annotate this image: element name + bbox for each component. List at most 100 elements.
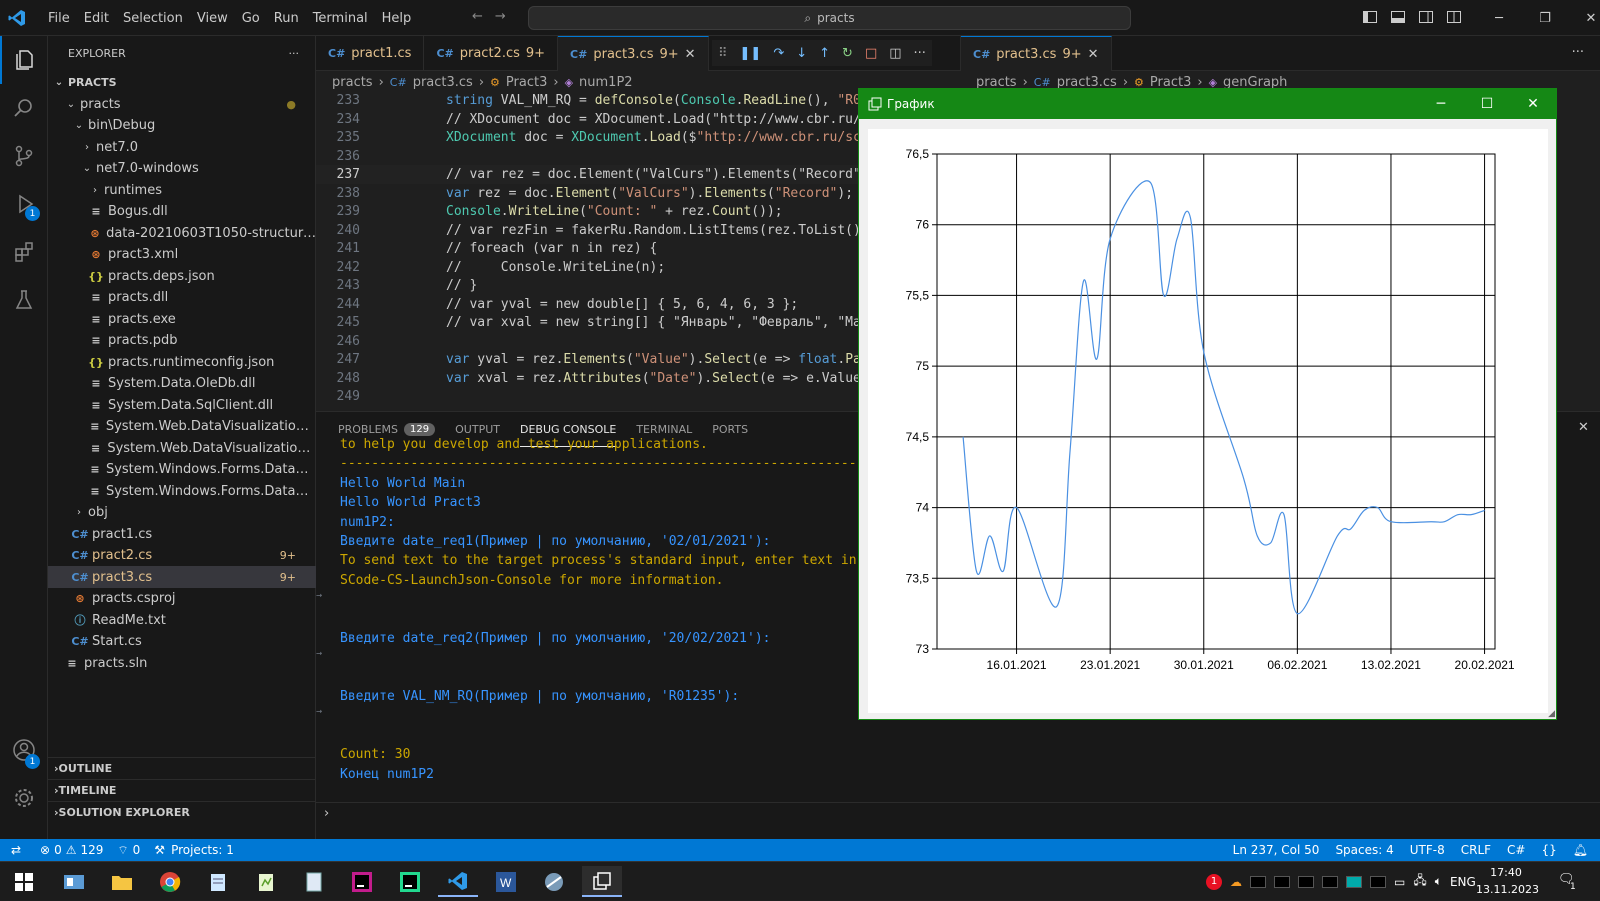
editor-tab[interactable]: C#pract1.cs [316,36,424,71]
split-editor-icon[interactable]: ◫ [889,46,901,61]
tree-item[interactable]: ≡practs.dll [48,287,316,309]
notifications-icon[interactable]: 🔔︎ [1573,843,1588,857]
cloud-icon[interactable]: ☁ [1230,875,1242,889]
menu-item-edit[interactable]: Edit [77,11,116,26]
pause-icon[interactable]: ❚❚ [740,46,762,61]
tree-item[interactable]: ≡System.Windows.Forms.DataVisual... [48,480,316,502]
tray-app-icon[interactable] [1298,876,1314,888]
timeline-section[interactable]: ›TIMELINE [48,779,316,801]
tray-app-icon[interactable] [1250,876,1266,888]
task-view-icon[interactable] [54,866,94,897]
menu-item-view[interactable]: View [190,11,235,26]
run-debug-activity[interactable]: 1 [0,180,48,228]
tree-item[interactable]: ⌄bin\Debug [48,115,316,137]
tree-item[interactable]: ›obj [48,502,316,524]
line-endings[interactable]: CRLF [1461,843,1491,857]
tree-item[interactable]: {}practs.deps.json [48,265,316,287]
close-panel-icon[interactable]: ✕ [1578,420,1589,435]
network-icon[interactable]: 🖧︎ [1413,871,1426,892]
editor-more-icon[interactable]: ··· [1572,45,1584,60]
file-explorer-icon[interactable] [102,866,142,897]
minimize-icon[interactable]: ─ [1418,89,1464,119]
tree-item[interactable]: ≡Bogus.dll [48,201,316,223]
menu-item-help[interactable]: Help [375,11,419,26]
tree-item[interactable]: {}practs.runtimeconfig.json [48,351,316,373]
language-indicator[interactable]: ENG [1450,875,1476,889]
minimize-icon[interactable]: ─ [1476,0,1522,36]
indentation[interactable]: Spaces: 4 [1335,843,1393,857]
stop-icon[interactable]: □ [865,46,877,61]
webstorm-icon[interactable] [390,866,430,897]
tree-item[interactable]: ≡System.Web.DataVisualization.dll [48,437,316,459]
menu-item-file[interactable]: File [41,11,77,26]
tree-item[interactable]: ≡practs.pdb [48,330,316,352]
menu-item-run[interactable]: Run [267,11,306,26]
tree-item[interactable]: ≡System.Web.DataVisualization.Desi... [48,416,316,438]
tray-badge-icon[interactable]: 1 [1206,874,1222,890]
rider-icon[interactable] [342,866,382,897]
toggle-primary-sidebar-icon[interactable] [1362,9,1378,25]
source-control-activity[interactable] [0,132,48,180]
toggle-secondary-sidebar-icon[interactable] [1418,9,1434,25]
tree-item[interactable]: ≡System.Data.SqlClient.dll [48,394,316,416]
volume-icon[interactable]: 🔈︎ [1435,874,1442,889]
tree-item[interactable]: ⓘReadMe.txt [48,609,316,631]
start-button[interactable] [4,866,44,897]
encoding[interactable]: UTF-8 [1410,843,1445,857]
tray-app-icon[interactable] [1322,876,1338,888]
solution-explorer-section[interactable]: ›SOLUTION EXPLORER [48,801,316,823]
step-over-icon[interactable]: ↷ [773,46,784,61]
back-arrow-icon[interactable]: ← [472,9,483,24]
restart-icon[interactable]: ↻ [842,46,853,61]
projects-status[interactable]: ⚒Projects: 1 [154,843,234,857]
close-tab-icon[interactable]: ✕ [1088,47,1099,62]
menu-item-go[interactable]: Go [235,11,267,26]
tree-item[interactable]: ⊛practs.csproj [48,588,316,610]
tree-item[interactable]: ⊛data-20210603T1050-structure-20... [48,222,316,244]
language-mode[interactable]: C# [1507,843,1525,857]
editor-app-icon[interactable] [246,866,286,897]
step-into-icon[interactable]: ↓ [796,46,807,61]
close-icon[interactable]: ✕ [1568,0,1600,36]
command-center-search[interactable]: ⌕ practs [528,6,1131,30]
extensions-activity[interactable] [0,228,48,276]
tree-item[interactable]: ≡practs.exe [48,308,316,330]
menu-item-selection[interactable]: Selection [116,11,190,26]
search-activity[interactable] [0,84,48,132]
tree-item[interactable]: ›net7.0 [48,136,316,158]
outline-section[interactable]: ›OUTLINE [48,757,316,779]
cursor-position[interactable]: Ln 237, Col 50 [1233,843,1320,857]
ports-status[interactable]: ⌔0 [117,843,140,858]
language-status-icon[interactable]: {} [1541,843,1556,857]
tree-item[interactable]: ›runtimes [48,179,316,201]
chrome-icon[interactable] [150,866,190,897]
drag-handle-icon[interactable]: ⠿ [718,46,728,61]
tree-item[interactable]: ⊛pract3.xml [48,244,316,266]
app-icon[interactable] [534,866,574,897]
debug-console-input[interactable]: › [316,802,1600,824]
manage-activity[interactable] [0,774,48,822]
testing-activity[interactable] [0,276,48,324]
tree-item[interactable]: C#pract3.cs9+ [48,566,316,588]
editor-tab[interactable]: C#pract3.cs9+✕ [961,36,1112,71]
word-icon[interactable]: W [486,866,526,897]
editor-tab[interactable]: C#pract3.cs9+✕ [558,36,709,71]
menu-item-terminal[interactable]: Terminal [306,11,375,26]
code-editor[interactable]: 233string VAL_NM_RQ = defConsole(Console… [316,93,860,411]
clock[interactable]: 17:40 13.11.2023 [1476,864,1536,898]
tray-app-icon[interactable] [1370,876,1386,888]
customize-layout-icon[interactable] [1446,9,1462,25]
tree-item[interactable]: C#pract2.cs9+ [48,545,316,567]
tree-item[interactable]: ≡System.Data.OleDb.dll [48,373,316,395]
close-tab-icon[interactable]: ✕ [685,47,696,62]
editor-tab[interactable]: C#pract2.cs9+ [424,36,558,71]
close-icon[interactable]: ✕ [1510,89,1556,119]
chart-app-taskbar-icon[interactable] [582,866,622,897]
tree-item[interactable]: ⌄practs● [48,93,316,115]
breadcrumb-item[interactable]: num1P2 [579,75,633,90]
explorer-activity[interactable] [0,36,48,84]
forward-arrow-icon[interactable]: → [495,9,506,24]
battery-icon[interactable]: ▭ [1394,875,1405,889]
tree-item[interactable]: ≡System.Windows.Forms.DataVisual... [48,459,316,481]
breadcrumb-item[interactable]: pract3.cs [413,75,473,90]
